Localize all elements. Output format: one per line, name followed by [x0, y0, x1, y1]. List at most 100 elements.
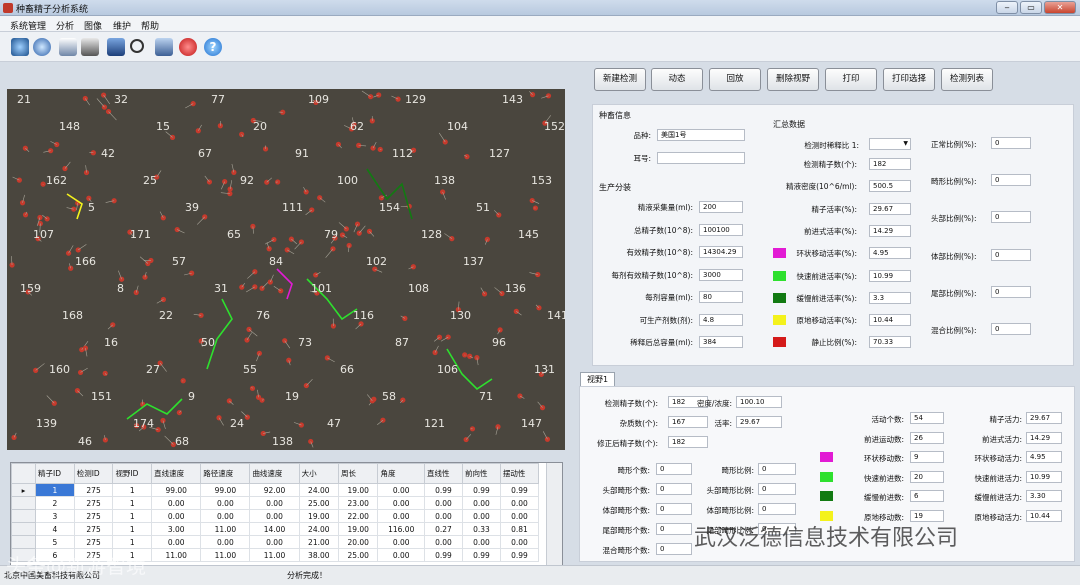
document-icon[interactable]	[59, 38, 77, 56]
motility-rate-field[interactable]: 4.95	[1026, 451, 1062, 463]
production-field[interactable]: 4.8	[699, 313, 743, 326]
power-icon[interactable]	[179, 38, 197, 56]
motility-rate-field[interactable]: 3.30	[1026, 490, 1062, 502]
new-test-button[interactable]: 新建检测	[594, 68, 646, 91]
table-row[interactable]: 2 275 1 0.00 0.00 0.00 25.00 23.00 0.00 0.00 0.00 0…	[11, 496, 540, 510]
row-header[interactable]	[11, 496, 36, 510]
density-label: 密度/浓度:	[696, 399, 732, 408]
row-header[interactable]: ▸	[11, 483, 36, 497]
close-button[interactable]: ✕	[1044, 1, 1076, 14]
column-header[interactable]: 视野ID	[112, 463, 153, 484]
motility-rate-field[interactable]: 10.44	[1026, 509, 1062, 522]
summary-field[interactable]: 10.99	[869, 269, 911, 282]
camera-icon[interactable]	[11, 38, 29, 56]
motility-field[interactable]: 29.67	[736, 416, 782, 428]
motility-rate-field[interactable]: 14.29	[1026, 431, 1062, 444]
table-row[interactable]: 5 275 1 0.00 0.00 0.00 21.00 20.00 0.00 0.00 0.00 0…	[11, 535, 540, 549]
disc-icon[interactable]	[33, 38, 51, 56]
production-field[interactable]: 80	[699, 291, 743, 303]
maximize-button[interactable]: ▭	[1020, 1, 1042, 14]
table-row[interactable]: 4 275 1 3.00 11.00 14.00 24.00 19.00 116.00 0.27 0…	[11, 522, 540, 536]
column-header[interactable]: 摆动性	[499, 463, 540, 484]
column-header[interactable]: 周长	[338, 463, 379, 484]
app-icon	[3, 3, 13, 13]
sperm-head-dot	[282, 338, 288, 344]
abnormal-ratio-field[interactable]: 0	[758, 503, 796, 515]
motility-count-field[interactable]: 26	[910, 431, 944, 444]
summary-field[interactable]: 500.5	[869, 180, 911, 193]
morphology-field[interactable]: 0	[991, 248, 1031, 261]
minimize-button[interactable]: ‒	[996, 1, 1018, 14]
breed-field[interactable]: 美国1号	[657, 129, 745, 141]
row-header[interactable]	[11, 509, 36, 523]
summary-field[interactable]: 4.95	[869, 247, 911, 260]
row-header[interactable]	[11, 535, 36, 549]
abnormal-count-field[interactable]: 0	[656, 503, 692, 515]
column-header[interactable]: 角度	[377, 463, 425, 484]
table-scrollbar[interactable]	[546, 463, 562, 565]
motility-count-field[interactable]: 54	[910, 412, 944, 424]
tab-view1[interactable]: 视野1	[580, 372, 615, 386]
book-icon[interactable]	[107, 38, 125, 56]
morphology-field[interactable]: 0	[991, 174, 1031, 187]
abnormal-count-field[interactable]: 0	[656, 463, 692, 475]
menu-image[interactable]: 图像	[84, 19, 102, 32]
table-row[interactable]: 3 275 1 0.00 0.00 0.00 19.00 22.00 0.00 0.00 0.00 0…	[11, 509, 540, 523]
menu-system[interactable]: 系统管理	[10, 19, 46, 32]
motility-count-field[interactable]: 6	[910, 490, 944, 502]
column-header[interactable]: 曲线速度	[249, 463, 300, 484]
abnormal-count-field[interactable]: 0	[656, 543, 692, 555]
production-field[interactable]: 384	[699, 336, 743, 348]
ear-field[interactable]	[657, 152, 745, 164]
summary-field[interactable]: 70.33	[869, 336, 911, 349]
column-header[interactable]: 直线性	[423, 463, 463, 484]
microscope-image[interactable]: 21 32 77 109 129 143 148 15 20 62 104 152 42 67 91 112 1…	[7, 89, 565, 450]
abnormal-count-field[interactable]: 0	[656, 483, 692, 495]
search-icon[interactable]	[130, 39, 144, 53]
summary-field[interactable]: 10.44	[869, 314, 911, 327]
menu-help[interactable]: 帮助	[141, 19, 159, 32]
motility-count-field[interactable]: 20	[910, 470, 944, 483]
morphology-field[interactable]: 0	[991, 211, 1031, 224]
motility-rate-field[interactable]: 29.67	[1026, 412, 1062, 424]
table-cell: 0.00	[423, 509, 463, 523]
production-field[interactable]: 100100	[699, 223, 743, 236]
morphology-field[interactable]: 0	[991, 137, 1031, 149]
table-row[interactable]: ▸ 1 275 1 99.00 99.00 92.00 24.00 19.00 0.00 0.99 0…	[11, 483, 540, 497]
production-field[interactable]: 200	[699, 201, 743, 213]
menu-maintenance[interactable]: 维护	[113, 19, 131, 32]
test-list-button[interactable]: 检测列表	[941, 68, 993, 91]
row-header[interactable]	[11, 522, 36, 536]
summary-field[interactable]: 14.29	[869, 224, 911, 237]
dilution-select[interactable]: ▼	[869, 138, 911, 150]
help-icon[interactable]: ?	[204, 38, 222, 56]
morphology-field[interactable]: 0	[991, 285, 1031, 298]
abnormal-ratio-field[interactable]: 0	[758, 463, 796, 475]
production-field[interactable]: 3000	[699, 268, 743, 281]
column-header[interactable]: 检测ID	[73, 463, 114, 484]
morphology-field[interactable]: 0	[991, 323, 1031, 335]
summary-field[interactable]: 3.3	[869, 291, 911, 304]
column-header[interactable]: 路径速度	[200, 463, 251, 484]
view-count-field[interactable]: 182	[668, 436, 708, 448]
column-header[interactable]: 大小	[298, 463, 340, 484]
summary-field[interactable]: 182	[869, 158, 911, 170]
menu-analysis[interactable]: 分析	[56, 19, 74, 32]
production-field[interactable]: 14304.29	[699, 246, 743, 258]
column-header[interactable]: 直线速度	[151, 463, 202, 484]
tools-icon[interactable]	[155, 38, 173, 56]
delete-view-button[interactable]: 删除视野	[767, 68, 819, 91]
dynamic-button[interactable]: 动态	[651, 68, 703, 91]
summary-field[interactable]: 29.67	[869, 202, 911, 215]
print-button[interactable]: 打印	[825, 68, 877, 91]
abnormal-count-field[interactable]: 0	[656, 523, 692, 535]
motility-rate-field[interactable]: 10.99	[1026, 470, 1062, 483]
playback-button[interactable]: 回放	[709, 68, 761, 91]
column-header[interactable]: 精子ID	[35, 463, 75, 484]
print-select-button[interactable]: 打印选择	[883, 68, 935, 91]
abnormal-ratio-field[interactable]: 0	[758, 483, 796, 495]
column-header[interactable]: 前向性	[461, 463, 501, 484]
printer-icon[interactable]	[81, 38, 99, 56]
motility-count-field[interactable]: 9	[910, 451, 944, 463]
density-field[interactable]: 100.10	[736, 396, 782, 408]
